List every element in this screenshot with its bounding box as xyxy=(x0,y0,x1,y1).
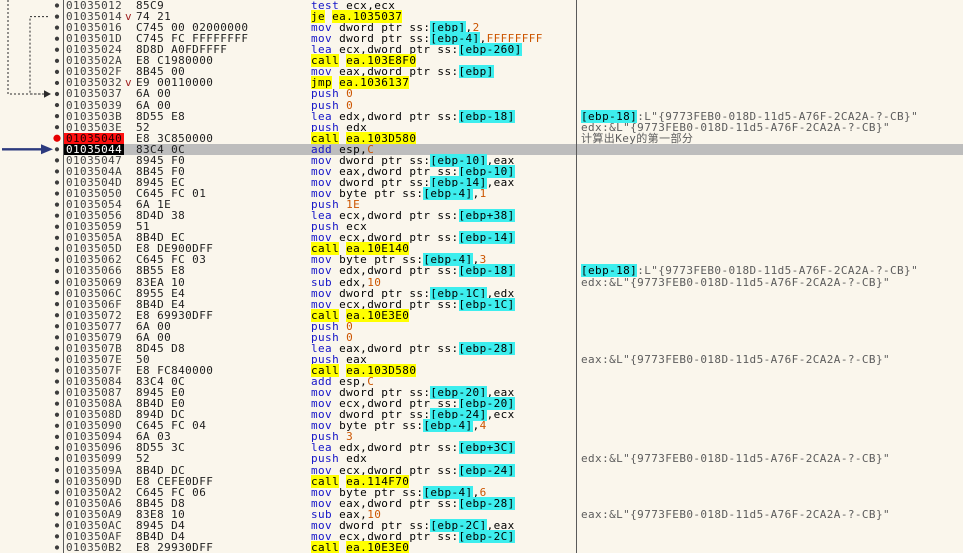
bytes-cell: 8955 E4 xyxy=(136,286,186,300)
table-row[interactable]: 01035099 52 push edx edx:&L"{9773FEB0-018D-… xyxy=(0,453,963,464)
token-mem: [ebp-4] xyxy=(423,419,473,433)
disassembly-rows: 01035012 85C9 test ecx,ecx 01035014 v 74 21 je… xyxy=(0,0,963,553)
token-plain: edx:&L"{9773FEB0-018D-11d5-A76F-2CA2A-?-… xyxy=(581,275,890,289)
token-flow: call xyxy=(311,540,340,553)
comment-cell: eax:&L"{9773FEB0-018D-11d5-A76F-2CA2A-?-… xyxy=(581,509,890,520)
comment-cell: edx:&L"{9773FEB0-018D-11d5-A76F-2CA2A-?-… xyxy=(581,275,890,289)
address-cell: 01035066 xyxy=(66,264,123,278)
bytes-cell: 6A 00 xyxy=(136,87,172,101)
token-mem: [ebp+38] xyxy=(458,209,515,223)
token-mem: [ebp-2C] xyxy=(458,529,515,543)
bytes-cell: 8B4D DC xyxy=(136,463,186,477)
address-cell: 01035039 xyxy=(66,98,123,112)
comment-cell: 计算出Key的第一部分 xyxy=(581,133,693,144)
table-row[interactable]: 0103509A 8B4D DC mov ecx,dword ptr ss:[ebp… xyxy=(0,463,963,477)
token-num: 4 xyxy=(479,419,487,433)
token-flow: ea.10E3E0 xyxy=(346,540,410,553)
token-mem: [ebp-28] xyxy=(458,341,515,355)
token-num: 1 xyxy=(479,187,487,201)
bytes-cell: C645 FC 06 xyxy=(136,485,207,499)
token-flow: ea.10E3E0 xyxy=(346,308,410,322)
token-plain: , xyxy=(472,419,480,433)
jump-direction-marker: v xyxy=(125,10,133,24)
table-row[interactable]: 0103506C 8955 E4 mov dword ptr ss:[ebp-1C]… xyxy=(0,286,963,300)
address-cell: 0103503B xyxy=(66,109,123,123)
token-mem: [ebp] xyxy=(458,65,494,79)
address-cell: 0103506F xyxy=(66,297,123,311)
bytes-cell: 8B55 E8 xyxy=(136,264,186,278)
address-cell: 01035069 xyxy=(66,275,123,289)
disassembly-cell: call ea.10E3E0 xyxy=(311,540,410,553)
bytes-cell: 52 xyxy=(136,452,151,466)
token-mem: [ebp-1C] xyxy=(458,297,515,311)
address-cell: 01035037 xyxy=(66,87,123,101)
bytes-cell: E8 CEFE0DFF xyxy=(136,474,214,488)
token-mem: [ebp+3C] xyxy=(458,441,515,455)
token-mem: [ebp-28] xyxy=(458,496,515,510)
column-separator-comment xyxy=(576,0,577,553)
bytes-cell: 6A 00 xyxy=(136,98,172,112)
address-cell: 01035099 xyxy=(66,452,123,466)
token-mem: [ebp-24] xyxy=(458,463,515,477)
bytes-cell: E8 29930DFF xyxy=(136,540,214,553)
jump-direction-marker: v xyxy=(125,76,133,90)
token-mem: [ebp-260] xyxy=(458,43,522,57)
address-cell: 010350B2 xyxy=(66,540,123,553)
comment-cell: edx:&L"{9773FEB0-018D-11d5-A76F-2CA2A-?-… xyxy=(581,453,890,464)
token-plain: edx:&L"{9773FEB0-018D-11d5-A76F-2CA2A-?-… xyxy=(581,452,890,466)
bytes-cell: 83EA 10 xyxy=(136,275,186,289)
address-cell: 0103509D xyxy=(66,474,123,488)
address-cell: 0103506C xyxy=(66,286,123,300)
token-plain: eax:&L"{9773FEB0-018D-11d5-A76F-2CA2A-?-… xyxy=(581,507,890,521)
disassembly-view: 01035012 85C9 test ecx,ecx 01035014 v 74 21 je… xyxy=(0,0,963,553)
address-cell: 010350A2 xyxy=(66,485,123,499)
table-row[interactable]: 01035037 6A 00 push 0 xyxy=(0,88,963,99)
table-row[interactable]: 0103506F 8B4D E4 mov ecx,dword ptr ss:[ebp… xyxy=(0,297,963,311)
table-row[interactable]: 010350B2 E8 29930DFF call ea.10E3E0 xyxy=(0,540,963,553)
token-mem: [ebp-18] xyxy=(458,264,515,278)
address-cell: 0103509A xyxy=(66,463,123,477)
token-plain: ,eax xyxy=(486,175,515,189)
comment-cell: eax:&L"{9773FEB0-018D-11d5-A76F-2CA2A-?-… xyxy=(581,354,890,365)
bytes-cell: 8B4D E4 xyxy=(136,297,186,311)
token-plain: , xyxy=(472,187,480,201)
token-plain: ,ecx xyxy=(486,408,515,422)
token-plain: 计算出Key的第一部分 xyxy=(581,131,694,145)
column-separator-gutter xyxy=(63,0,64,553)
token-mem: [ebp-14] xyxy=(458,231,515,245)
token-plain: eax:&L"{9773FEB0-018D-11d5-A76F-2CA2A-?-… xyxy=(581,352,890,366)
bytes-cell: 8D55 E8 xyxy=(136,109,186,123)
table-row[interactable]: 01035069 83EA 10 sub edx,10 edx:&L"{9773FEB… xyxy=(0,275,963,289)
table-row[interactable]: 010350A2 C645 FC 06 mov byte ptr ss:[ebp-4… xyxy=(0,485,963,499)
token-mem: [ebp-18] xyxy=(458,109,515,123)
token-mem: [ebp-4] xyxy=(423,187,473,201)
